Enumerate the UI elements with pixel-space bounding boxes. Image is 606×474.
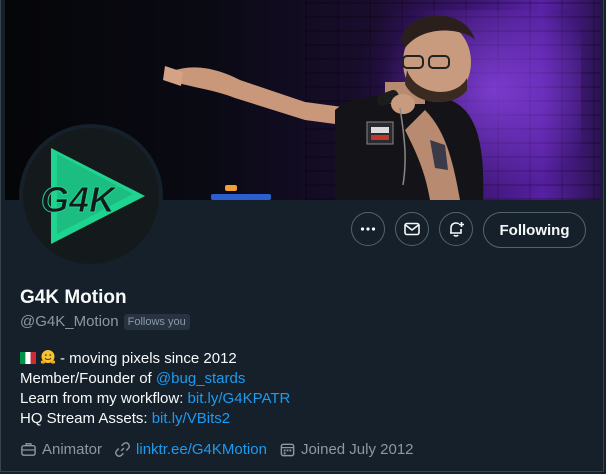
following-button[interactable]: Following <box>483 212 586 248</box>
meta-joined: Joined July 2012 <box>279 441 414 458</box>
following-label: Following <box>499 221 570 239</box>
banner-orange-light <box>225 185 237 191</box>
profile-avatar[interactable]: G4K <box>19 124 163 268</box>
g4k-logo: G4K <box>41 148 145 244</box>
avatar-logo-text: G4K <box>41 179 118 220</box>
bio-workflow-link[interactable]: bit.ly/G4KPATR <box>188 390 291 407</box>
website-link[interactable]: linktr.ee/G4KMotion <box>136 441 267 458</box>
hugging-face-icon <box>40 350 56 364</box>
banner-blue-light <box>211 194 271 200</box>
bio-line-1-text: - moving pixels since 2012 <box>60 350 237 367</box>
bio-line-1: - moving pixels since 2012 <box>20 349 290 369</box>
follows-you-badge: Follows you <box>123 313 190 330</box>
meta-website: linktr.ee/G4KMotion <box>114 441 267 458</box>
link-icon <box>115 442 130 457</box>
bio-line-4-prefix: HQ Stream Assets: <box>20 410 152 427</box>
calendar-icon <box>280 443 295 457</box>
joined-text: Joined July 2012 <box>300 441 414 458</box>
bio-assets-link[interactable]: bit.ly/VBits2 <box>152 410 230 427</box>
bio-line-4: HQ Stream Assets: bit.ly/VBits2 <box>20 409 290 429</box>
notify-button[interactable] <box>439 212 473 246</box>
bio-mention-link[interactable]: @bug_stards <box>156 370 245 387</box>
profile-name: G4K Motion <box>20 287 127 308</box>
message-button[interactable] <box>395 212 429 246</box>
bio-line-2-prefix: Member/Founder of <box>20 370 156 387</box>
more-dots-icon <box>360 227 376 231</box>
profile-meta-row: Animator linktr.ee/G4KMotion Joined July… <box>20 441 426 458</box>
profile-handle: @G4K_Motion <box>20 313 119 330</box>
bell-plus-icon <box>450 222 464 237</box>
briefcase-icon <box>21 443 36 456</box>
meta-profession: Animator <box>20 441 102 458</box>
more-button[interactable] <box>351 212 385 246</box>
italy-flag-icon <box>20 352 36 364</box>
avatar-image: G4K <box>23 128 159 264</box>
profile-bio: - moving pixels since 2012 Member/Founde… <box>20 349 290 429</box>
bio-line-3: Learn from my workflow: bit.ly/G4KPATR <box>20 389 290 409</box>
profession-text: Animator <box>42 441 103 458</box>
handle-row: @G4K_Motion Follows you <box>20 313 190 330</box>
bio-line-2: Member/Founder of @bug_stards <box>20 369 290 389</box>
envelope-icon <box>404 222 420 236</box>
bio-line-3-prefix: Learn from my workflow: <box>20 390 188 407</box>
